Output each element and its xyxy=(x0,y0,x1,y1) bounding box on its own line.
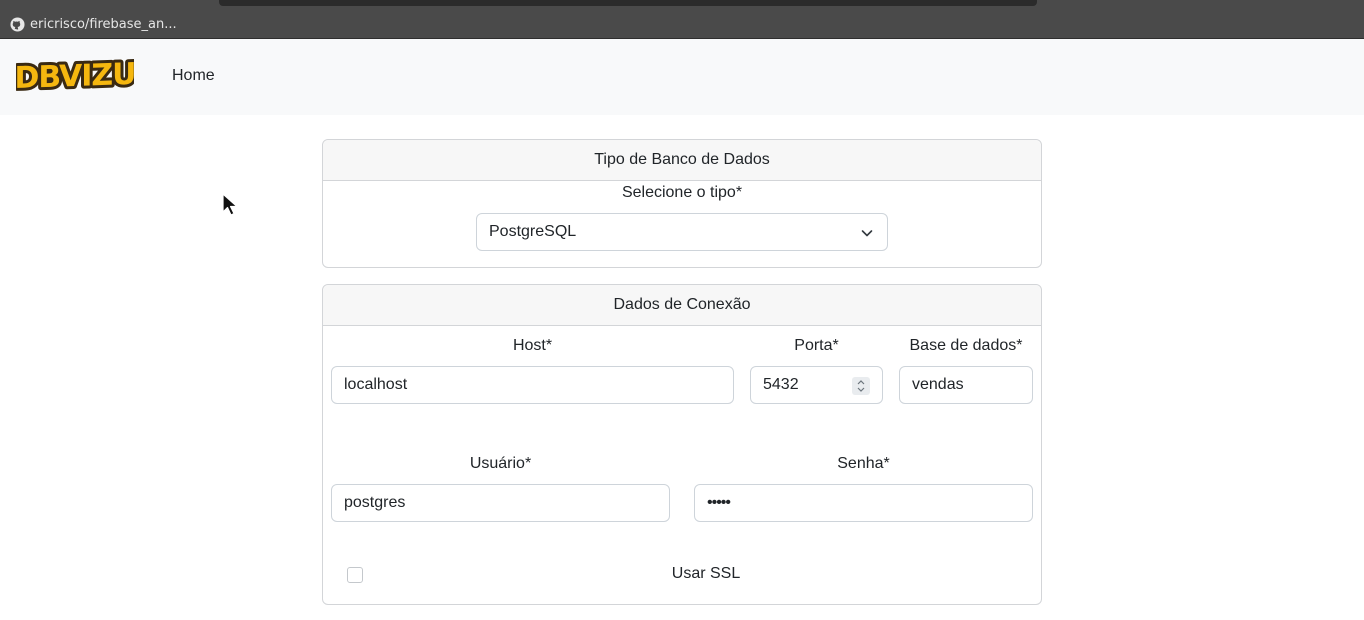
password-label: Senha* xyxy=(837,455,890,472)
stepper-arrows-icon xyxy=(857,380,865,392)
password-input[interactable]: ••••• xyxy=(694,484,1033,522)
svg-text:DBVIZU: DBVIZU xyxy=(16,58,134,96)
host-label: Host* xyxy=(512,337,553,354)
database-value: vendas xyxy=(912,376,964,393)
user-input[interactable]: postgres xyxy=(331,484,670,522)
browser-tab-strip xyxy=(219,0,1037,6)
host-value: localhost xyxy=(344,376,408,393)
nav-home-link[interactable]: Home xyxy=(172,67,215,85)
port-input[interactable]: 5432 xyxy=(750,366,883,404)
db-type-select-label: Selecione o tipo* xyxy=(621,184,743,201)
status-url-text: ericrisco/firebase_an... xyxy=(30,16,177,32)
database-input[interactable]: vendas xyxy=(899,366,1033,404)
user-value: postgres xyxy=(344,494,406,511)
user-label: Usuário* xyxy=(469,455,532,472)
database-label: Base de dados* xyxy=(909,337,1023,354)
chevron-down-icon xyxy=(861,230,873,237)
browser-chrome: ericrisco/firebase_an... xyxy=(0,0,1364,39)
db-type-select[interactable]: PostgreSQL xyxy=(476,213,888,251)
port-label: Porta* xyxy=(794,337,839,354)
mouse-pointer-icon xyxy=(222,193,238,216)
db-type-card: Tipo de Banco de Dados Selecione o tipo*… xyxy=(322,139,1042,268)
connection-card: Dados de Conexão Host* localhost Porta* … xyxy=(322,284,1042,605)
connection-card-title: Dados de Conexão xyxy=(323,285,1041,326)
host-input[interactable]: localhost xyxy=(331,366,734,404)
db-type-card-title: Tipo de Banco de Dados xyxy=(323,140,1041,181)
port-stepper[interactable] xyxy=(852,377,870,395)
db-type-selected-value: PostgreSQL xyxy=(489,223,577,240)
github-icon xyxy=(10,16,25,32)
port-value: 5432 xyxy=(763,376,799,393)
status-url-bar: ericrisco/firebase_an... xyxy=(10,15,177,33)
navbar: DBVIZU DBVIZU Home xyxy=(0,39,1364,115)
ssl-label: Usar SSL xyxy=(671,565,741,582)
dbvizu-logo[interactable]: DBVIZU DBVIZU xyxy=(16,58,134,96)
password-value: ••••• xyxy=(707,494,731,511)
